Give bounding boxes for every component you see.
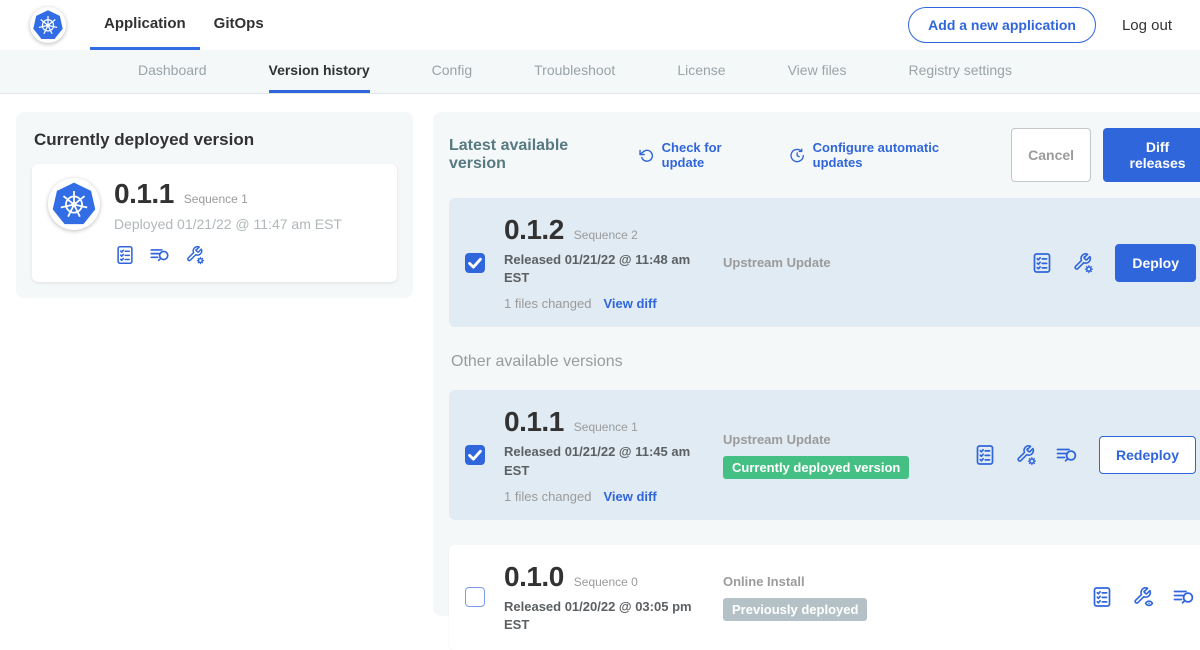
version-checkbox[interactable] <box>465 253 485 273</box>
version-info: 0.1.0 Sequence 0 Released 01/20/22 @ 03:… <box>504 561 705 634</box>
version-row-0-1-0: 0.1.0 Sequence 0 Released 01/20/22 @ 03:… <box>449 545 1200 650</box>
release-notes-icon[interactable] <box>1030 251 1054 275</box>
subnav-item-license[interactable]: License <box>677 50 725 93</box>
view-diff-link[interactable]: View diff <box>603 489 656 504</box>
refresh-icon <box>638 147 654 164</box>
source-label: Online Install <box>723 574 973 589</box>
version-sequence: Sequence 1 <box>574 420 638 434</box>
view-config-icon[interactable] <box>1131 585 1155 609</box>
edit-config-icon[interactable] <box>1071 251 1095 275</box>
check-for-update-link[interactable]: Check for update <box>638 140 763 170</box>
edit-config-icon[interactable] <box>184 244 206 266</box>
subnav-item-troubleshoot[interactable]: Troubleshoot <box>534 50 615 93</box>
version-source: Upstream Update Currently deployed versi… <box>723 432 973 479</box>
subnav-item-version-history[interactable]: Version history <box>269 50 370 93</box>
top-nav-bar: Application GitOps Add a new application… <box>0 0 1200 50</box>
clock-refresh-icon <box>789 147 805 164</box>
version-number: 0.1.1 <box>504 406 564 438</box>
diff-releases-button[interactable]: Diff releases <box>1103 128 1200 182</box>
release-notes-icon[interactable] <box>973 443 997 467</box>
deployed-timestamp: Deployed 01/21/22 @ 11:47 am EST <box>114 216 342 232</box>
version-checkbox[interactable] <box>465 445 485 465</box>
source-label: Upstream Update <box>723 432 973 447</box>
version-row-0-1-1: 0.1.1 Sequence 1 Released 01/21/22 @ 11:… <box>449 390 1200 519</box>
version-checkbox[interactable] <box>465 587 485 607</box>
redeploy-button[interactable]: Redeploy <box>1099 436 1196 474</box>
kubernetes-logo-icon <box>30 7 66 43</box>
deploy-logs-icon[interactable] <box>1055 443 1079 467</box>
version-source: Upstream Update <box>723 255 973 270</box>
version-row-0-1-2: 0.1.2 Sequence 2 Released 01/21/22 @ 11:… <box>449 198 1200 327</box>
kubernetes-app-icon <box>48 178 100 230</box>
release-notes-icon[interactable] <box>114 244 136 266</box>
currently-deployed-panel: Currently deployed version 0.1.1 Sequenc… <box>16 112 413 298</box>
deployed-version-sequence: Sequence 1 <box>184 192 248 206</box>
subnav-item-view-files[interactable]: View files <box>788 50 847 93</box>
latest-version-header: Latest available version Check for updat… <box>449 128 1200 182</box>
currently-deployed-title: Currently deployed version <box>34 130 397 150</box>
subnav-item-config[interactable]: Config <box>432 50 472 93</box>
topnav-tab-gitops[interactable]: GitOps <box>200 0 278 50</box>
cancel-button[interactable]: Cancel <box>1011 128 1091 182</box>
subnav-item-dashboard[interactable]: Dashboard <box>138 50 207 93</box>
released-timestamp: Released 01/21/22 @ 11:48 am EST <box>504 251 696 287</box>
files-changed-label: 1 files changed <box>504 296 591 311</box>
release-notes-icon[interactable] <box>1090 585 1114 609</box>
topnav-right-group: Add a new application Log out <box>908 0 1172 50</box>
previously-deployed-badge: Previously deployed <box>723 598 867 621</box>
version-sequence: Sequence 2 <box>574 228 638 242</box>
deployed-version-number: 0.1.1 <box>114 178 174 210</box>
edit-config-icon[interactable] <box>1014 443 1038 467</box>
deployed-version-card: 0.1.1 Sequence 1 Deployed 01/21/22 @ 11:… <box>32 164 397 282</box>
configure-auto-updates-label: Configure automatic updates <box>813 140 985 170</box>
topnav-tab-application[interactable]: Application <box>90 0 200 50</box>
currently-deployed-badge: Currently deployed version <box>723 456 909 479</box>
version-info: 0.1.1 Sequence 1 Released 01/21/22 @ 11:… <box>504 406 705 503</box>
released-timestamp: Released 01/20/22 @ 03:05 pm EST <box>504 598 696 634</box>
released-timestamp: Released 01/21/22 @ 11:45 am EST <box>504 443 696 479</box>
app-brand <box>30 0 66 50</box>
subnav-item-registry-settings[interactable]: Registry settings <box>908 50 1011 93</box>
add-new-application-button[interactable]: Add a new application <box>908 7 1096 43</box>
version-number: 0.1.0 <box>504 561 564 593</box>
other-versions-label: Other available versions <box>451 353 1200 371</box>
check-for-update-label: Check for update <box>662 140 764 170</box>
version-history-panel: Latest available version Check for updat… <box>433 112 1200 616</box>
configure-auto-updates-link[interactable]: Configure automatic updates <box>789 140 985 170</box>
deploy-logs-icon[interactable] <box>1172 585 1196 609</box>
version-number: 0.1.2 <box>504 214 564 246</box>
logout-button[interactable]: Log out <box>1122 17 1172 34</box>
deploy-logs-icon[interactable] <box>149 244 171 266</box>
files-changed-label: 1 files changed <box>504 489 591 504</box>
deployed-version-details: 0.1.1 Sequence 1 Deployed 01/21/22 @ 11:… <box>114 178 342 266</box>
version-info: 0.1.2 Sequence 2 Released 01/21/22 @ 11:… <box>504 214 705 311</box>
deploy-button[interactable]: Deploy <box>1115 244 1196 282</box>
app-subnav: Dashboard Version history Config Trouble… <box>0 50 1200 94</box>
latest-version-title: Latest available version <box>449 137 622 173</box>
main-content: Currently deployed version 0.1.1 Sequenc… <box>0 94 1200 616</box>
source-label: Upstream Update <box>723 255 973 270</box>
version-sequence: Sequence 0 <box>574 575 638 589</box>
version-source: Online Install Previously deployed <box>723 574 973 621</box>
view-diff-link[interactable]: View diff <box>603 296 656 311</box>
